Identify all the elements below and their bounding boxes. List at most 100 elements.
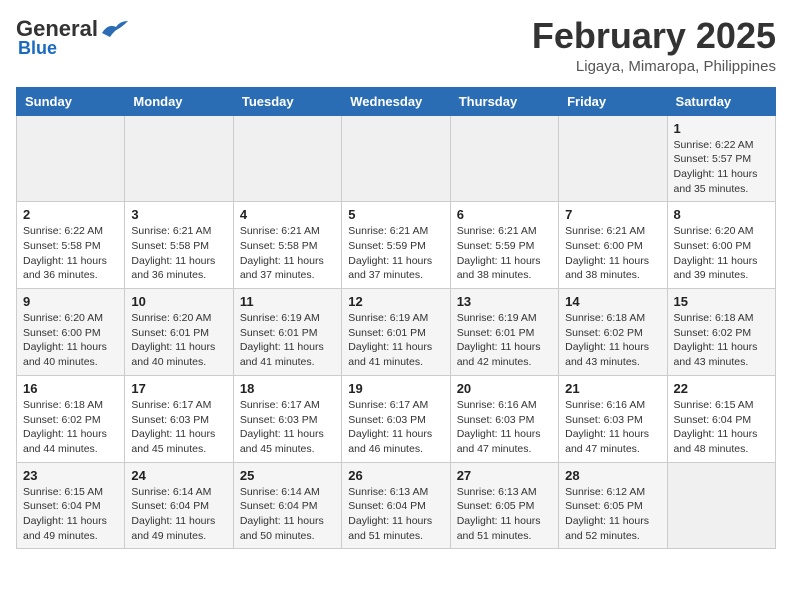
day-info: Sunrise: 6:21 AM Sunset: 5:59 PM Dayligh… bbox=[348, 224, 443, 283]
calendar-table: SundayMondayTuesdayWednesdayThursdayFrid… bbox=[16, 87, 776, 550]
day-number: 26 bbox=[348, 468, 443, 483]
day-number: 19 bbox=[348, 381, 443, 396]
day-number: 17 bbox=[131, 381, 226, 396]
day-info: Sunrise: 6:13 AM Sunset: 6:05 PM Dayligh… bbox=[457, 485, 552, 544]
day-number: 8 bbox=[674, 207, 769, 222]
calendar-cell: 4 Sunrise: 6:21 AM Sunset: 5:58 PM Daylig… bbox=[233, 202, 341, 289]
calendar-cell: 12 Sunrise: 6:19 AM Sunset: 6:01 PM Dayli… bbox=[342, 289, 450, 376]
day-number: 24 bbox=[131, 468, 226, 483]
calendar-cell: 10Sunrise: 6:20 AM Sunset: 6:01 PM Dayli… bbox=[125, 289, 233, 376]
calendar-cell: 24 Sunrise: 6:14 AM Sunset: 6:04 PM Dayli… bbox=[125, 462, 233, 549]
calendar-cell: 22 Sunrise: 6:15 AM Sunset: 6:04 PM Dayli… bbox=[667, 375, 775, 462]
calendar-cell: 21 Sunrise: 6:16 AM Sunset: 6:03 PM Dayli… bbox=[559, 375, 667, 462]
day-of-week-header: Saturday bbox=[667, 87, 775, 115]
calendar-cell: 26 Sunrise: 6:13 AM Sunset: 6:04 PM Dayli… bbox=[342, 462, 450, 549]
day-number: 21 bbox=[565, 381, 660, 396]
day-info: Sunrise: 6:17 AM Sunset: 6:03 PM Dayligh… bbox=[348, 398, 443, 457]
day-number: 16 bbox=[23, 381, 118, 396]
location-subtitle: Ligaya, Mimaropa, Philippines bbox=[532, 58, 776, 75]
calendar-cell: 6Sunrise: 6:21 AM Sunset: 5:59 PM Daylig… bbox=[450, 202, 558, 289]
calendar-week-row: 9 Sunrise: 6:20 AM Sunset: 6:00 PM Daylig… bbox=[17, 289, 776, 376]
day-info: Sunrise: 6:14 AM Sunset: 6:04 PM Dayligh… bbox=[131, 485, 226, 544]
day-of-week-header: Thursday bbox=[450, 87, 558, 115]
calendar-cell bbox=[667, 462, 775, 549]
calendar-cell: 19 Sunrise: 6:17 AM Sunset: 6:03 PM Dayli… bbox=[342, 375, 450, 462]
day-number: 9 bbox=[23, 294, 118, 309]
calendar-cell: 25Sunrise: 6:14 AM Sunset: 6:04 PM Dayli… bbox=[233, 462, 341, 549]
calendar-week-row: 23 Sunrise: 6:15 AM Sunset: 6:04 PM Dayli… bbox=[17, 462, 776, 549]
month-title: February 2025 bbox=[532, 16, 776, 56]
day-info: Sunrise: 6:20 AM Sunset: 6:01 PM Dayligh… bbox=[131, 311, 226, 370]
day-info: Sunrise: 6:20 AM Sunset: 6:00 PM Dayligh… bbox=[23, 311, 118, 370]
day-of-week-header: Monday bbox=[125, 87, 233, 115]
day-of-week-header: Wednesday bbox=[342, 87, 450, 115]
day-info: Sunrise: 6:15 AM Sunset: 6:04 PM Dayligh… bbox=[674, 398, 769, 457]
calendar-cell: 1 Sunrise: 6:22 AM Sunset: 5:57 PM Daylig… bbox=[667, 115, 775, 202]
day-number: 28 bbox=[565, 468, 660, 483]
day-info: Sunrise: 6:13 AM Sunset: 6:04 PM Dayligh… bbox=[348, 485, 443, 544]
day-info: Sunrise: 6:18 AM Sunset: 6:02 PM Dayligh… bbox=[23, 398, 118, 457]
calendar-cell: 23 Sunrise: 6:15 AM Sunset: 6:04 PM Dayli… bbox=[17, 462, 125, 549]
calendar-cell: 20 Sunrise: 6:16 AM Sunset: 6:03 PM Dayli… bbox=[450, 375, 558, 462]
day-info: Sunrise: 6:14 AM Sunset: 6:04 PM Dayligh… bbox=[240, 485, 335, 544]
day-number: 2 bbox=[23, 207, 118, 222]
logo-blue-text: Blue bbox=[18, 38, 57, 59]
calendar-cell: 8 Sunrise: 6:20 AM Sunset: 6:00 PM Daylig… bbox=[667, 202, 775, 289]
calendar-cell bbox=[559, 115, 667, 202]
calendar-cell: 7 Sunrise: 6:21 AM Sunset: 6:00 PM Daylig… bbox=[559, 202, 667, 289]
calendar-cell: 28 Sunrise: 6:12 AM Sunset: 6:05 PM Dayli… bbox=[559, 462, 667, 549]
calendar-cell: 18 Sunrise: 6:17 AM Sunset: 6:03 PM Dayli… bbox=[233, 375, 341, 462]
day-number: 4 bbox=[240, 207, 335, 222]
calendar-cell: 9 Sunrise: 6:20 AM Sunset: 6:00 PM Daylig… bbox=[17, 289, 125, 376]
calendar-cell: 13 Sunrise: 6:19 AM Sunset: 6:01 PM Dayli… bbox=[450, 289, 558, 376]
day-number: 20 bbox=[457, 381, 552, 396]
calendar-cell: 17Sunrise: 6:17 AM Sunset: 6:03 PM Dayli… bbox=[125, 375, 233, 462]
calendar-cell bbox=[125, 115, 233, 202]
day-info: Sunrise: 6:19 AM Sunset: 6:01 PM Dayligh… bbox=[348, 311, 443, 370]
logo-bird-icon bbox=[100, 19, 128, 39]
day-info: Sunrise: 6:21 AM Sunset: 5:58 PM Dayligh… bbox=[131, 224, 226, 283]
calendar-week-row: 2 Sunrise: 6:22 AM Sunset: 5:58 PM Daylig… bbox=[17, 202, 776, 289]
day-of-week-header: Friday bbox=[559, 87, 667, 115]
calendar-cell: 27 Sunrise: 6:13 AM Sunset: 6:05 PM Dayli… bbox=[450, 462, 558, 549]
day-info: Sunrise: 6:19 AM Sunset: 6:01 PM Dayligh… bbox=[240, 311, 335, 370]
day-number: 1 bbox=[674, 121, 769, 136]
day-number: 15 bbox=[674, 294, 769, 309]
calendar-cell: 5 Sunrise: 6:21 AM Sunset: 5:59 PM Daylig… bbox=[342, 202, 450, 289]
day-info: Sunrise: 6:21 AM Sunset: 5:58 PM Dayligh… bbox=[240, 224, 335, 283]
calendar-cell bbox=[450, 115, 558, 202]
calendar-cell: 3 Sunrise: 6:21 AM Sunset: 5:58 PM Daylig… bbox=[125, 202, 233, 289]
day-info: Sunrise: 6:21 AM Sunset: 6:00 PM Dayligh… bbox=[565, 224, 660, 283]
day-number: 13 bbox=[457, 294, 552, 309]
calendar-cell: 16 Sunrise: 6:18 AM Sunset: 6:02 PM Dayli… bbox=[17, 375, 125, 462]
day-number: 12 bbox=[348, 294, 443, 309]
day-number: 22 bbox=[674, 381, 769, 396]
day-number: 6 bbox=[457, 207, 552, 222]
calendar-cell: 11 Sunrise: 6:19 AM Sunset: 6:01 PM Dayli… bbox=[233, 289, 341, 376]
day-info: Sunrise: 6:19 AM Sunset: 6:01 PM Dayligh… bbox=[457, 311, 552, 370]
calendar-cell bbox=[342, 115, 450, 202]
day-number: 5 bbox=[348, 207, 443, 222]
day-number: 18 bbox=[240, 381, 335, 396]
day-number: 7 bbox=[565, 207, 660, 222]
day-of-week-header: Sunday bbox=[17, 87, 125, 115]
page-header: General Blue February 2025 Ligaya, Mimar… bbox=[16, 16, 776, 75]
day-of-week-header: Tuesday bbox=[233, 87, 341, 115]
day-info: Sunrise: 6:22 AM Sunset: 5:58 PM Dayligh… bbox=[23, 224, 118, 283]
day-info: Sunrise: 6:17 AM Sunset: 6:03 PM Dayligh… bbox=[240, 398, 335, 457]
day-info: Sunrise: 6:12 AM Sunset: 6:05 PM Dayligh… bbox=[565, 485, 660, 544]
day-info: Sunrise: 6:20 AM Sunset: 6:00 PM Dayligh… bbox=[674, 224, 769, 283]
day-info: Sunrise: 6:16 AM Sunset: 6:03 PM Dayligh… bbox=[565, 398, 660, 457]
calendar-week-row: 16 Sunrise: 6:18 AM Sunset: 6:02 PM Dayli… bbox=[17, 375, 776, 462]
logo: General Blue bbox=[16, 16, 128, 59]
calendar-cell: 2 Sunrise: 6:22 AM Sunset: 5:58 PM Daylig… bbox=[17, 202, 125, 289]
day-number: 3 bbox=[131, 207, 226, 222]
day-info: Sunrise: 6:18 AM Sunset: 6:02 PM Dayligh… bbox=[674, 311, 769, 370]
day-number: 23 bbox=[23, 468, 118, 483]
calendar-cell bbox=[17, 115, 125, 202]
day-number: 11 bbox=[240, 294, 335, 309]
day-info: Sunrise: 6:16 AM Sunset: 6:03 PM Dayligh… bbox=[457, 398, 552, 457]
day-info: Sunrise: 6:15 AM Sunset: 6:04 PM Dayligh… bbox=[23, 485, 118, 544]
day-info: Sunrise: 6:22 AM Sunset: 5:57 PM Dayligh… bbox=[674, 138, 769, 197]
day-number: 27 bbox=[457, 468, 552, 483]
